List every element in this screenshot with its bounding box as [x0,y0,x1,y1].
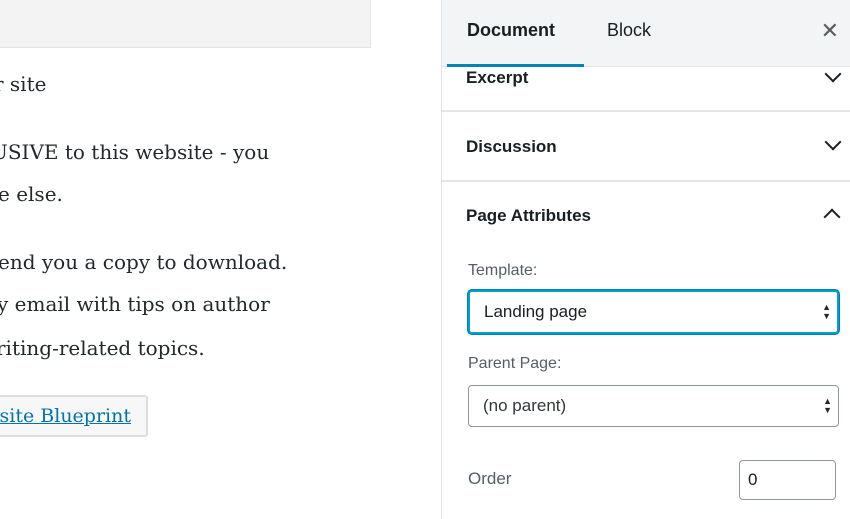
select-arrows-icon: ▲ ▼ [822,302,831,321]
order-input[interactable]: 0 [739,460,836,500]
parent-page-label: Parent Page: [468,355,562,372]
select-arrows-icon: ▲ ▼ [823,396,832,415]
template-select[interactable]: Landing page ▲ ▼ [468,290,839,334]
chevron-down-icon[interactable] [824,65,842,83]
text-line[interactable]: end you a copy to download. [0,250,287,274]
editor-canvas: Press r site USIVE to this website - you… [0,0,441,519]
tab-block[interactable]: Block [607,20,651,41]
chevron-down-icon[interactable] [824,133,842,151]
blueprint-button[interactable]: osite Blueprint [0,395,148,437]
template-value: Landing page [484,302,588,321]
sidebar-header: Document Block ✕ [442,0,850,67]
order-label: Order [468,469,512,488]
panel-title-page-attributes[interactable]: Page Attributes [466,206,591,226]
text-line[interactable]: riting-related topics. [0,336,205,360]
panel-title[interactable]: Discussion [466,137,557,157]
template-label: Template: [468,262,538,279]
panel-title[interactable]: Excerpt [466,68,528,88]
close-icon[interactable]: ✕ [821,18,839,44]
parent-page-value: (no parent) [483,396,567,415]
text-line[interactable]: e else. [0,182,63,206]
chevron-up-icon[interactable] [823,208,841,226]
text-line[interactable]: USIVE to this website - you [0,140,269,164]
panel-excerpt[interactable]: Excerpt [442,65,850,112]
block-toolbar-area [0,0,371,48]
settings-sidebar: Document Block ✕ Excerpt Discussion Page… [441,0,850,519]
tab-document[interactable]: Document [467,20,555,41]
blueprint-link[interactable]: osite Blueprint [0,405,131,427]
text-line[interactable]: r site [0,72,46,96]
parent-page-select[interactable]: (no parent) ▲ ▼ [468,385,839,427]
panel-discussion[interactable]: Discussion [442,112,850,182]
text-line[interactable]: y email with tips on author [0,292,270,316]
